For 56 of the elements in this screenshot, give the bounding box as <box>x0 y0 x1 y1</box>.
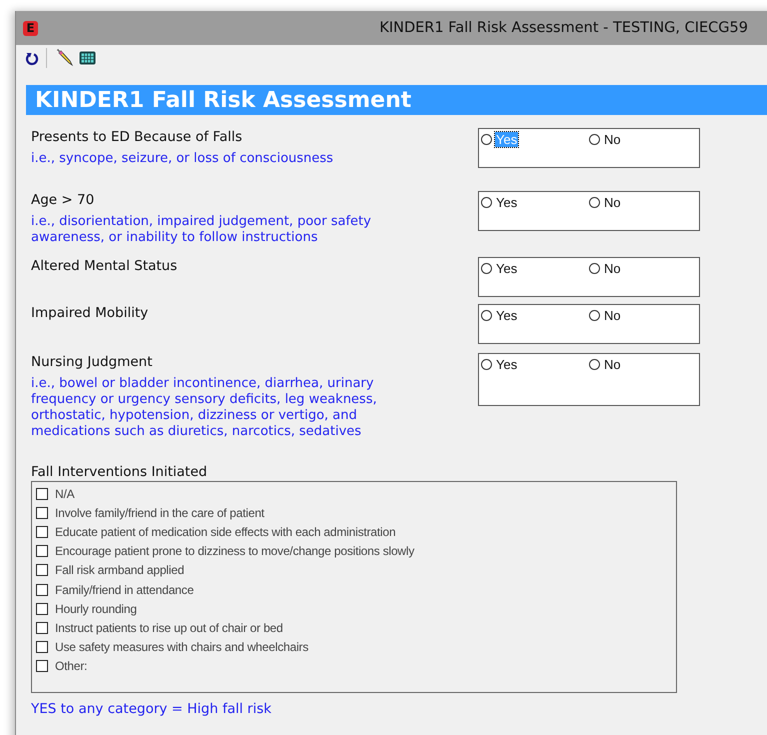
radio-button[interactable] <box>481 263 492 274</box>
checkbox[interactable] <box>36 622 48 634</box>
note-text: YES to any category = High fall risk <box>31 701 272 717</box>
app-icon: E <box>23 20 38 36</box>
pencil-icon[interactable] <box>56 49 74 67</box>
radio-label[interactable]: No <box>603 261 622 276</box>
checkbox-label[interactable]: N/A <box>55 486 74 501</box>
checkbox[interactable] <box>36 488 48 500</box>
checkbox-label[interactable]: Family/friend in attendance <box>55 582 194 597</box>
radio-label[interactable]: No <box>603 132 622 147</box>
radio-button[interactable] <box>589 134 600 145</box>
radio-button[interactable] <box>481 197 492 208</box>
checkbox-label[interactable]: Educate patient of medication side effects with each administration <box>55 524 396 539</box>
hint-text: i.e., syncope, seizure, or loss of consciousness <box>31 151 334 167</box>
checkbox-label[interactable]: Fall risk armband applied <box>55 563 184 578</box>
radio-label[interactable]: Yes <box>495 195 518 210</box>
window-title: KINDER1 Fall Risk Assessment - TESTING, CIECG59 <box>379 20 748 36</box>
hint-text: i.e., disorientation, impaired judgement, poor safety awareness, or inability to follow instructions <box>31 214 372 246</box>
checkbox-label[interactable]: Other: <box>55 659 88 674</box>
checkbox[interactable] <box>36 641 48 654</box>
checkbox-label[interactable]: Encourage patient prone to dizziness to move/change positions slowly <box>55 544 414 558</box>
radio-button[interactable] <box>481 134 492 145</box>
checkbox[interactable] <box>36 584 48 596</box>
checkbox-label[interactable]: Involve family/friend in the care of patient <box>55 506 264 520</box>
radio-label[interactable]: No <box>603 195 622 210</box>
radio-button[interactable] <box>589 310 600 321</box>
checkbox-label[interactable]: Instruct patients to rise up out of chair or bed <box>55 620 283 635</box>
form-header: KINDER1 Fall Risk Assessment <box>26 85 767 115</box>
radio-label[interactable]: No <box>603 308 622 323</box>
checkbox-label[interactable]: Hourly rounding <box>55 602 137 616</box>
hint-text: i.e., bowel or bladder incontinence, diarrhea, urinary frequency or urgency sensory deficits, leg weakness, orthostatic, hypotension, dizziness or vertigo, and medications such as diuretics, narcotics, sedatives <box>31 376 378 440</box>
question-label: Nursing Judgment <box>31 354 154 370</box>
checkbox[interactable] <box>36 526 48 538</box>
radio-label[interactable]: No <box>603 357 622 372</box>
section-label: Fall Interventions Initiated <box>31 464 208 480</box>
refresh-icon[interactable] <box>25 50 39 66</box>
radio-button[interactable] <box>481 359 492 370</box>
checkbox-label[interactable]: Use safety measures with chairs and wheelchairs <box>55 640 308 654</box>
checkbox[interactable] <box>36 506 48 519</box>
radio-button[interactable] <box>589 263 600 274</box>
radio-label[interactable]: Yes <box>495 357 518 372</box>
question-label: Age > 70 <box>31 192 96 208</box>
radio-button[interactable] <box>589 359 600 370</box>
question-label: Presents to ED Because of Falls <box>31 129 244 145</box>
question-label: Altered Mental Status <box>31 258 178 274</box>
checkbox[interactable] <box>36 564 48 576</box>
checkbox[interactable] <box>36 660 48 672</box>
radio-label[interactable]: Yes <box>495 308 518 323</box>
checkbox[interactable] <box>36 602 48 615</box>
calculator-icon[interactable] <box>79 51 96 65</box>
question-label: Impaired Mobility <box>31 305 150 321</box>
radio-button[interactable] <box>481 310 492 321</box>
refresh-icon <box>26 52 38 65</box>
radio-label[interactable]: Yes <box>495 261 518 276</box>
checkbox[interactable] <box>36 545 48 558</box>
radio-button[interactable] <box>589 197 600 208</box>
